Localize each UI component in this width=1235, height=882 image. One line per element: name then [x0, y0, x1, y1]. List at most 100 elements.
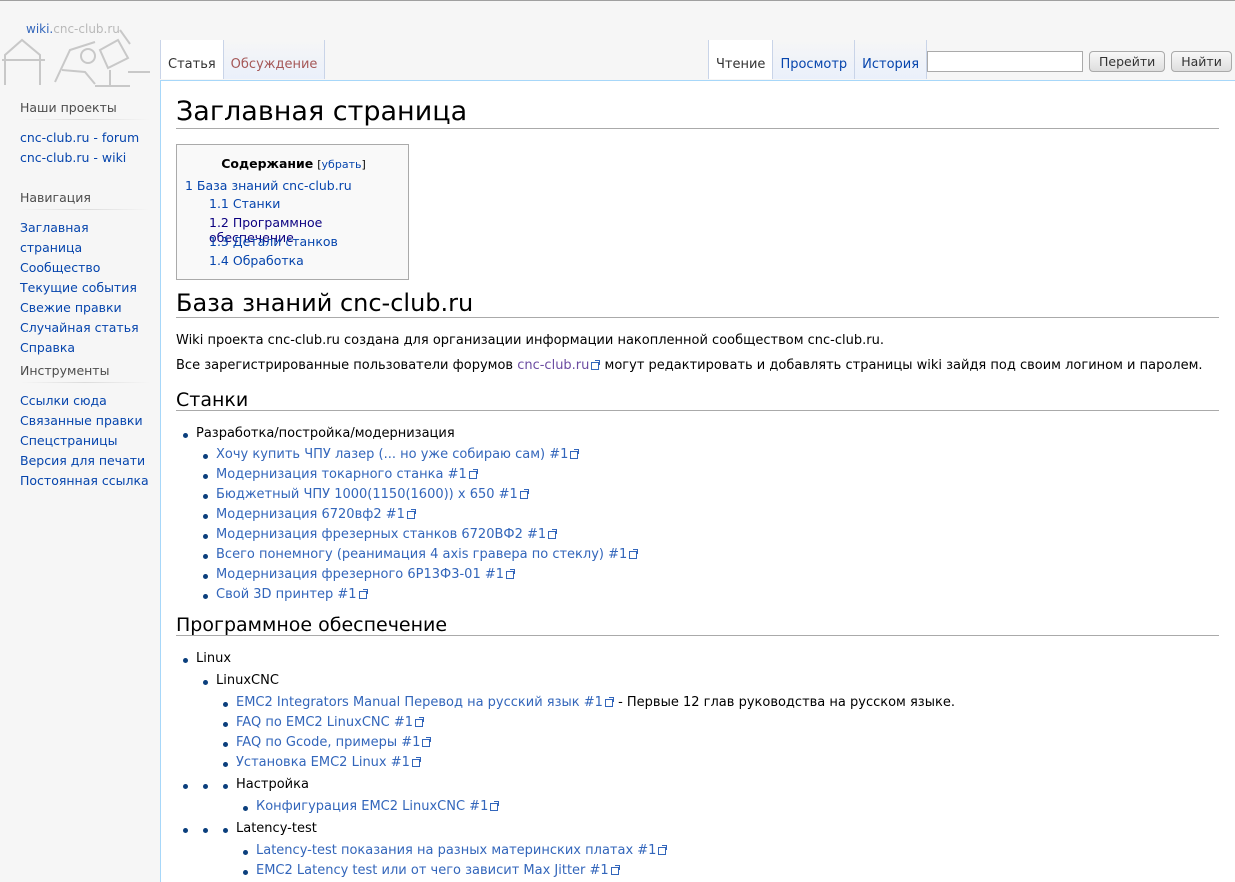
list-item: EMC2 Integrators Manual Перевод на русск…	[236, 695, 955, 710]
toc-item[interactable]: 1.3 Детали станков	[209, 234, 338, 249]
external-link-icon	[506, 569, 516, 579]
list-item: Latency-test показания на разных материн…	[256, 842, 668, 860]
sidebar-item-current-events[interactable]: Текущие события	[20, 280, 137, 295]
sidebar-item-related-changes[interactable]: Связанные правки	[20, 413, 143, 428]
list-item: Модернизация фрезерного 6Р13Ф3-01 #1	[216, 566, 516, 584]
sidebar-item-what-links-here[interactable]: Ссылки сюда	[20, 393, 107, 408]
list-item: Настройка	[236, 777, 309, 792]
software-link[interactable]: FAQ по Gcode, примеры #1	[236, 735, 432, 750]
external-link-icon	[490, 801, 500, 811]
bullet	[223, 702, 228, 707]
tab-view-source[interactable]: Просмотр	[773, 40, 856, 79]
software-link[interactable]: Latency-test показания на разных материн…	[256, 843, 668, 858]
content-area: Заглавная страница Содержание [убрать] 1…	[160, 80, 1235, 882]
software-link[interactable]: EMC2 Integrators Manual Перевод на русск…	[236, 695, 614, 710]
table-of-contents: Содержание [убрать] 1 База знаний cnc-cl…	[176, 144, 409, 280]
external-link-icon	[519, 489, 529, 499]
list-item: Linux	[196, 651, 232, 666]
sidebar-item-printable[interactable]: Версия для печати	[20, 453, 145, 468]
machine-link[interactable]: Всего понемногу (реанимация 4 axis граве…	[216, 547, 639, 562]
sidebar-item-help[interactable]: Справка	[20, 340, 75, 355]
registration-paragraph: Все зарегистрированные пользователи фору…	[176, 358, 1203, 373]
portal-navigation-title: Навигация	[20, 190, 150, 210]
machine-link[interactable]: Модернизация фрезерных станков 6720ВФ2 #…	[216, 527, 558, 542]
search-button[interactable]: Найти	[1171, 51, 1232, 72]
search-form: Перейти Найти	[927, 51, 1232, 72]
bullet	[203, 454, 208, 459]
bullet	[203, 784, 208, 789]
toc-hide-link[interactable]: убрать	[322, 158, 362, 171]
bullet	[183, 433, 188, 438]
list-item: Модернизация 6720вф2 #1	[216, 506, 416, 524]
go-button[interactable]: Перейти	[1089, 51, 1166, 72]
list-item: Всего понемногу (реанимация 4 axis граве…	[216, 546, 639, 564]
bullet	[223, 722, 228, 727]
external-link-icon	[629, 549, 639, 559]
portal-navigation: Навигация Заглавная страница Сообщество …	[20, 190, 150, 358]
list-item: FAQ по Gcode, примеры #1	[236, 734, 432, 752]
bullet	[183, 784, 188, 789]
portal-projects-title: Наши проекты	[20, 100, 150, 120]
heading-machines: Станки	[176, 388, 1219, 411]
sidebar-item-random-article[interactable]: Случайная статья	[20, 320, 139, 335]
forum-link[interactable]: cnc-club.ru	[517, 358, 601, 373]
search-input[interactable]	[927, 51, 1083, 72]
bullet	[223, 742, 228, 747]
sidebar-item-forum[interactable]: cnc-club.ru - forum	[20, 130, 139, 145]
external-link-icon	[591, 360, 601, 370]
view-tabs: Чтение Просмотр История	[708, 40, 928, 80]
machine-link[interactable]: Свой 3D принтер #1	[216, 587, 368, 602]
toc-item[interactable]: 1 База знаний cnc-club.ru	[185, 178, 352, 193]
external-link-icon	[406, 509, 416, 519]
bullet	[203, 514, 208, 519]
portal-tools: Инструменты Ссылки сюда Связанные правки…	[20, 363, 150, 491]
sidebar-item-community[interactable]: Сообщество	[20, 260, 100, 275]
software-link[interactable]: Конфигурация EMC2 LinuxCNC #1	[256, 799, 500, 814]
bullet	[203, 594, 208, 599]
list-item: Модернизация токарного станка #1	[216, 466, 478, 484]
bullet	[243, 870, 248, 875]
sidebar-item-wiki[interactable]: cnc-club.ru - wiki	[20, 150, 126, 165]
machine-link[interactable]: Модернизация токарного станка #1	[216, 467, 478, 482]
toc-item[interactable]: 1.4 Обработка	[209, 253, 304, 268]
sidebar-item-special-pages[interactable]: Спецстраницы	[20, 433, 118, 448]
machine-link[interactable]: Хочу купить ЧПУ лазер (... но уже собира…	[216, 447, 580, 462]
list-item: Установка EMC2 Linux #1	[236, 754, 421, 772]
top-border	[0, 0, 1235, 1]
bullet	[203, 574, 208, 579]
external-link-icon	[658, 845, 668, 855]
sidebar-item-permalink[interactable]: Постоянная ссылка	[20, 473, 149, 488]
machine-link[interactable]: Бюджетный ЧПУ 1000(1150(1600)) x 650 #1	[216, 487, 529, 502]
bullet	[203, 680, 208, 685]
site-logo[interactable]: wiki.cnc-club.ru	[0, 20, 160, 92]
sidebar-item-recent-changes[interactable]: Свежие правки	[20, 300, 122, 315]
portal-tools-title: Инструменты	[20, 363, 150, 383]
external-link-icon	[358, 589, 368, 599]
list-item: Хочу купить ЧПУ лазер (... но уже собира…	[216, 446, 580, 464]
tab-article[interactable]: Статья	[160, 40, 224, 79]
list-item: Модернизация фрезерных станков 6720ВФ2 #…	[216, 526, 558, 544]
list-item: Latency-test	[236, 821, 317, 836]
bullet	[183, 828, 188, 833]
external-link-icon	[415, 717, 425, 727]
machine-link[interactable]: Модернизация фрезерного 6Р13Ф3-01 #1	[216, 567, 516, 582]
tab-history[interactable]: История	[855, 40, 928, 79]
external-link-icon	[610, 865, 620, 875]
bullet	[223, 828, 228, 833]
machine-link[interactable]: Модернизация 6720вф2 #1	[216, 507, 416, 522]
heading-knowledge-base: База знаний cnc-club.ru	[176, 288, 1219, 318]
external-link-icon	[422, 737, 432, 747]
list-item: Бюджетный ЧПУ 1000(1150(1600)) x 650 #1	[216, 486, 529, 504]
bullet	[203, 554, 208, 559]
bullet	[203, 494, 208, 499]
tab-discussion[interactable]: Обсуждение	[223, 40, 326, 79]
software-link[interactable]: FAQ по EMC2 LinuxCNC #1	[236, 715, 425, 730]
bullet	[243, 806, 248, 811]
software-link[interactable]: EMC2 Latency test или от чего зависит Ma…	[256, 863, 620, 878]
sidebar-item-main-page[interactable]: Заглавная страница	[20, 220, 89, 255]
list-item: Свой 3D принтер #1	[216, 586, 368, 604]
software-link[interactable]: Установка EMC2 Linux #1	[236, 755, 421, 770]
toc-item[interactable]: 1.1 Станки	[209, 196, 280, 211]
bullet	[223, 762, 228, 767]
tab-read[interactable]: Чтение	[708, 40, 774, 79]
